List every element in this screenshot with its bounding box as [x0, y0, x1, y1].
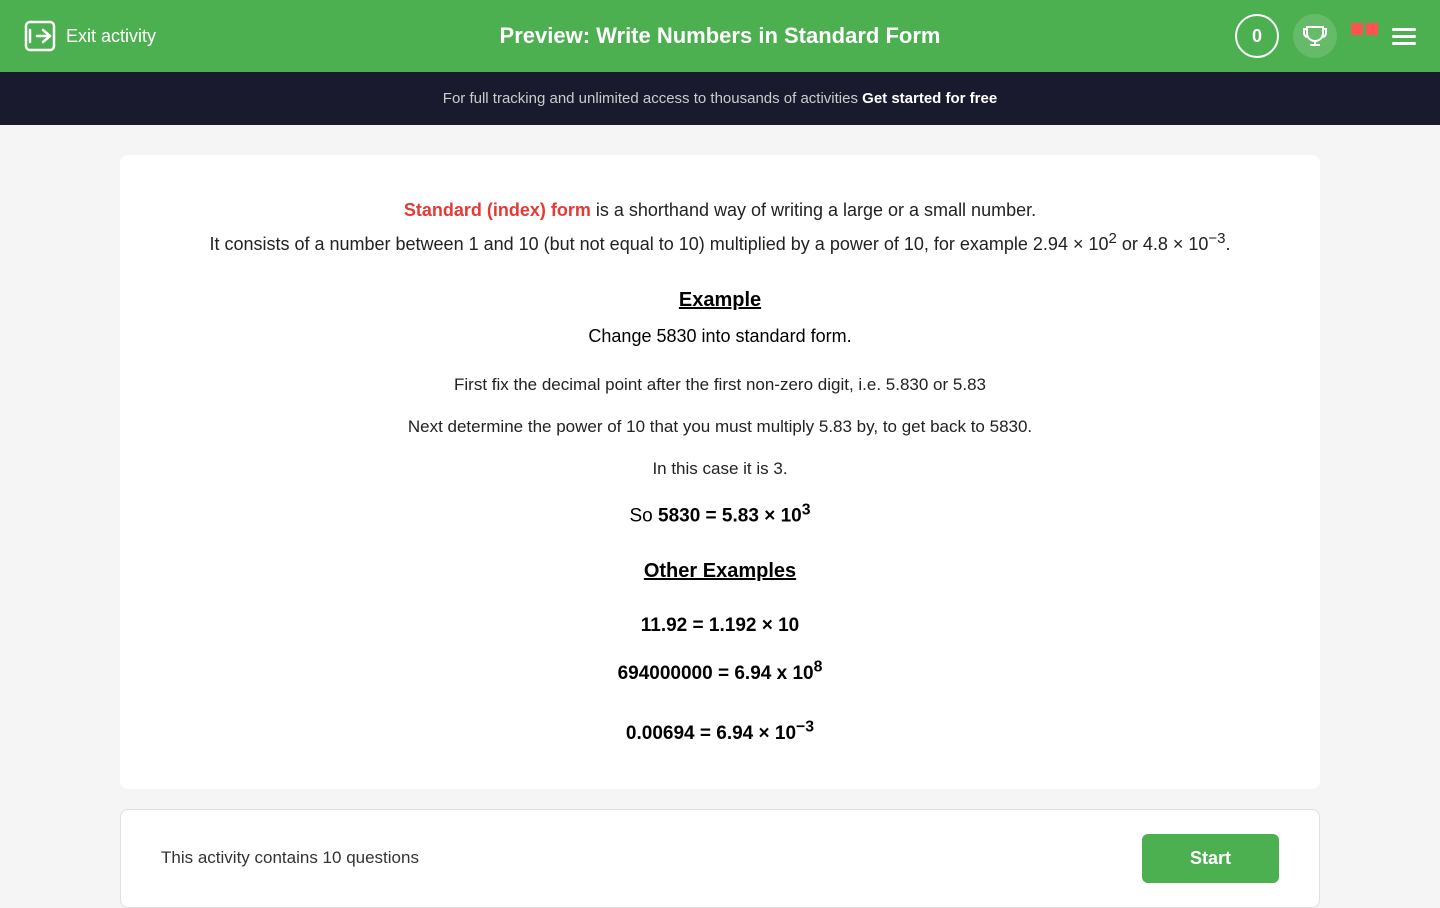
- result-prefix: So: [629, 506, 658, 527]
- step3-text: In this case it is 3.: [180, 459, 1260, 479]
- exit-icon: [24, 20, 56, 52]
- intro-paragraph: Standard (index) form is a shorthand way…: [180, 195, 1260, 259]
- example-1: 11.92 = 1.192 × 10: [180, 605, 1260, 647]
- step1-text: First fix the decimal point after the fi…: [180, 375, 1260, 395]
- ex1-text: 11.92 = 1.192 × 10: [641, 615, 800, 636]
- result-sup: 3: [802, 501, 811, 518]
- puzzle-icon[interactable]: [1351, 23, 1378, 50]
- start-button[interactable]: Start: [1142, 834, 1279, 883]
- example-3: 0.00694 = 6.94 × 10−3: [180, 710, 1260, 754]
- page-title: Preview: Write Numbers in Standard Form: [500, 23, 941, 49]
- header-controls: 0: [1235, 14, 1416, 58]
- sup1: 2: [1109, 230, 1117, 247]
- ex3-text: 0.00694 = 6.94 × 10−3: [626, 723, 814, 744]
- intro-text-part1: is a shorthand way of writing a large or…: [591, 200, 1036, 220]
- intro-text-part3: or 4.8 × 10: [1117, 234, 1209, 254]
- other-examples-heading: Other Examples: [180, 560, 1260, 583]
- score-badge[interactable]: 0: [1235, 14, 1279, 58]
- bottom-bar: This activity contains 10 questions Star…: [120, 809, 1320, 908]
- step2-text: Next determine the power of 10 that you …: [180, 417, 1260, 437]
- intro-text-part4: .: [1226, 234, 1231, 254]
- other-examples-list: 11.92 = 1.192 × 10 694000000 = 6.94 x 10…: [180, 605, 1260, 755]
- exit-activity-button[interactable]: Exit activity: [24, 20, 156, 52]
- term-highlight: Standard (index) form: [404, 200, 591, 220]
- sup2: −3: [1208, 230, 1225, 247]
- banner-text: For full tracking and unlimited access t…: [443, 90, 862, 107]
- questions-label: This activity contains 10 questions: [161, 848, 419, 868]
- intro-text-part2: It consists of a number between 1 and 10…: [209, 234, 1108, 254]
- example-2: 694000000 = 6.94 x 108: [180, 650, 1260, 694]
- example-question: Change 5830 into standard form.: [180, 326, 1260, 347]
- exit-activity-label: Exit activity: [66, 26, 156, 47]
- banner-cta: Get started for free: [862, 90, 997, 107]
- promo-banner: For full tracking and unlimited access t…: [0, 72, 1440, 125]
- example-heading: Example: [180, 289, 1260, 312]
- trophy-icon: [1302, 23, 1328, 49]
- ex2-text: 694000000 = 6.94 x 108: [618, 663, 823, 684]
- menu-button[interactable]: [1392, 28, 1416, 45]
- result-bold: 5830 = 5.83 × 10: [658, 506, 802, 527]
- result-text: So 5830 = 5.83 × 103: [180, 501, 1260, 527]
- header: Exit activity Preview: Write Numbers in …: [0, 0, 1440, 72]
- main-content: Standard (index) form is a shorthand way…: [120, 155, 1320, 789]
- trophy-button[interactable]: [1293, 14, 1337, 58]
